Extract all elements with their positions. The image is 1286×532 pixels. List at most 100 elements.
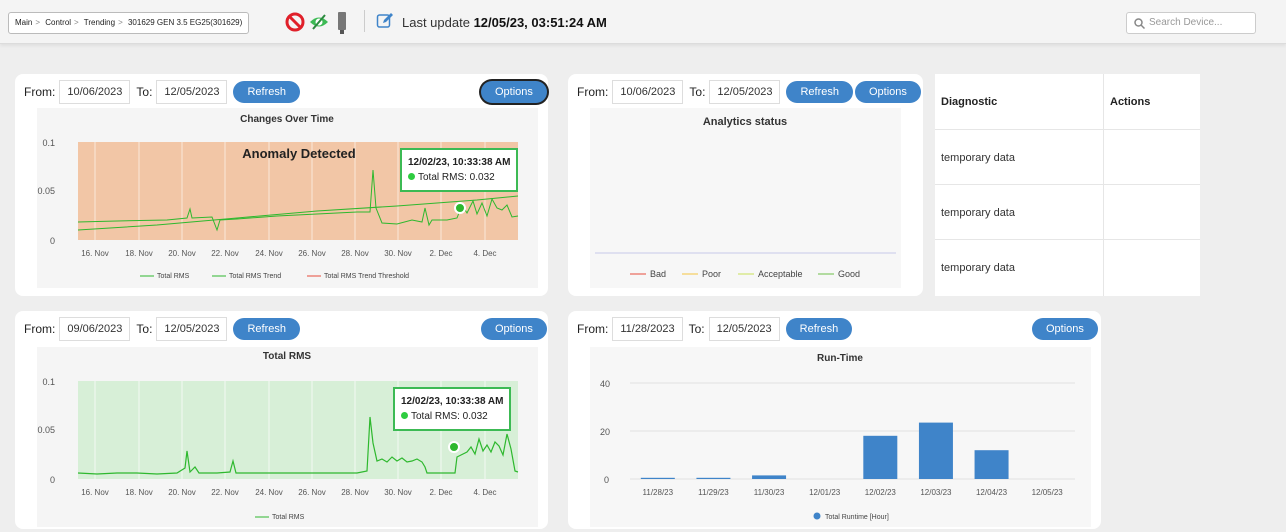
from-date-input[interactable]: 10/06/2023 <box>612 80 684 104</box>
runtime-bar[interactable] <box>696 477 731 479</box>
table-row: temporary data <box>935 130 1200 185</box>
from-date-input[interactable]: 09/06/2023 <box>59 317 131 341</box>
totalrms-date-controls: From: 09/06/2023 To: 12/05/2023 Refresh <box>24 317 301 341</box>
column-header-actions: Actions <box>1110 96 1151 108</box>
tooltip-date: 12/02/23, 10:33:38 AM <box>401 396 504 407</box>
chart-title: Changes Over Time <box>240 114 334 125</box>
breadcrumb-trending[interactable]: Trending <box>84 18 115 27</box>
legend-item[interactable]: Good <box>838 269 860 279</box>
totalrms-panel: From: 09/06/2023 To: 12/05/2023 Refresh Opti… <box>15 311 548 529</box>
x-tick: 12/04/23 <box>976 488 1008 497</box>
from-label: From: <box>577 322 609 336</box>
breadcrumb-control[interactable]: Control <box>45 18 71 27</box>
runtime-bar[interactable] <box>640 477 675 479</box>
options-button[interactable]: Options <box>855 81 921 103</box>
legend-item[interactable]: Total RMS <box>157 273 190 280</box>
y-tick: 0 <box>604 475 609 485</box>
tooltip-value: Total RMS: 0.032 <box>411 411 488 422</box>
legend-item[interactable]: Total RMS <box>272 514 305 521</box>
x-tick: 12/05/23 <box>1032 488 1064 497</box>
x-tick: 11/29/23 <box>698 488 729 497</box>
y-tick: 40 <box>600 379 610 389</box>
analytics-panel: From: 10/06/2023 To: 12/05/2023 Refresh Opti… <box>568 74 923 296</box>
to-label: To: <box>136 85 153 99</box>
x-tick: 18. Nov <box>125 249 153 258</box>
x-tick: 4. Dec <box>473 249 496 258</box>
hover-point[interactable] <box>448 441 460 453</box>
analytics-date-controls: From: 10/06/2023 To: 12/05/2023 Refresh <box>577 80 854 104</box>
x-tick: 24. Nov <box>255 488 283 497</box>
runtime-bar[interactable] <box>752 475 787 479</box>
x-tick: 12/02/23 <box>865 488 897 497</box>
y-tick: 0.1 <box>42 138 55 148</box>
refresh-button[interactable]: Refresh <box>786 81 854 103</box>
table-cell: temporary data <box>941 207 1015 219</box>
column-header-diagnostic: Diagnostic <box>941 96 998 108</box>
from-label: From: <box>24 322 56 336</box>
legend-item[interactable]: Total RMS Trend Threshold <box>324 273 409 280</box>
runtime-bar[interactable] <box>918 422 953 479</box>
analytics-chart: Analytics status Bad Poor Acceptable Goo… <box>590 108 901 288</box>
edit-icon[interactable] <box>376 12 394 35</box>
options-button[interactable]: Options <box>481 81 547 103</box>
legend-item[interactable]: Total RMS Trend <box>229 273 281 280</box>
legend-item[interactable]: Acceptable <box>758 269 803 279</box>
x-tick: 20. Nov <box>168 488 196 497</box>
sensor-icon <box>336 11 348 40</box>
refresh-button[interactable]: Refresh <box>233 318 301 340</box>
from-date-input[interactable]: 10/06/2023 <box>59 80 131 104</box>
x-tick: 26. Nov <box>298 488 326 497</box>
chart-tooltip: 12/02/23, 10:33:38 AM Total RMS: 0.032 <box>393 387 512 431</box>
ban-icon[interactable] <box>284 11 306 38</box>
to-date-input[interactable]: 12/05/2023 <box>709 80 781 104</box>
options-button[interactable]: Options <box>481 318 547 340</box>
x-tick: 11/28/23 <box>643 488 674 497</box>
breadcrumb: Main > Control > Trending > 301629 GEN 3.5 … <box>8 12 250 34</box>
to-date-input[interactable]: 12/05/2023 <box>708 317 780 341</box>
changes-panel: From: 10/06/2023 To: 12/05/2023 Refresh Opti… <box>15 74 548 296</box>
to-label: To: <box>689 85 706 99</box>
from-date-input[interactable]: 11/28/2023 <box>612 317 683 341</box>
x-tick: 4. Dec <box>473 488 496 497</box>
search-placeholder: Search Device... <box>1149 17 1223 28</box>
table-cell: temporary data <box>941 262 1015 274</box>
search-input[interactable]: Search Device... <box>1126 12 1256 34</box>
breadcrumb-main[interactable]: Main <box>15 18 32 27</box>
last-update-label: Last update <box>402 15 470 30</box>
x-tick: 12/03/23 <box>920 488 952 497</box>
y-tick: 0 <box>50 475 55 485</box>
y-tick: 0 <box>50 236 55 246</box>
refresh-button[interactable]: Refresh <box>785 318 853 340</box>
search-icon <box>1134 18 1145 29</box>
legend-item[interactable]: Poor <box>702 269 721 279</box>
to-date-input[interactable]: 12/05/2023 <box>156 317 228 341</box>
table-header: Diagnostic Actions <box>935 74 1200 130</box>
to-label: To: <box>136 322 153 336</box>
last-update-value: 12/05/23, 03:51:24 AM <box>473 15 607 30</box>
legend-item[interactable]: Bad <box>650 269 666 279</box>
y-tick: 0.1 <box>42 377 55 387</box>
runtime-bar[interactable] <box>863 435 898 479</box>
hover-point[interactable] <box>454 202 466 214</box>
totalrms-chart: Total RMS 0.1 0.05 0 16. Nov 18. Nov 20.… <box>37 347 538 527</box>
from-label: From: <box>24 85 56 99</box>
runtime-chart: Run-Time 40 20 0 11/28/23 11/29/23 11/30/2… <box>590 347 1091 527</box>
x-tick: 16. Nov <box>81 488 109 497</box>
to-label: To: <box>688 322 705 336</box>
breadcrumb-device[interactable]: 301629 GEN 3.5 EG25(301629) <box>128 18 242 27</box>
eye-slash-icon[interactable] <box>308 11 330 38</box>
runtime-panel: From: 11/28/2023 To: 12/05/2023 Refresh Opti… <box>568 311 1101 529</box>
x-tick: 22. Nov <box>211 488 239 497</box>
chart-tooltip: 12/02/23, 10:33:38 AM Total RMS: 0.032 <box>400 148 519 192</box>
last-update: Last update 12/05/23, 03:51:24 AM <box>402 15 607 30</box>
x-tick: 20. Nov <box>168 249 196 258</box>
chart-title: Total RMS <box>263 351 311 362</box>
refresh-button[interactable]: Refresh <box>233 81 301 103</box>
x-tick: 30. Nov <box>384 488 412 497</box>
divider <box>364 10 365 32</box>
runtime-bar[interactable] <box>974 450 1009 479</box>
x-tick: 28. Nov <box>341 249 369 258</box>
options-button[interactable]: Options <box>1032 318 1098 340</box>
to-date-input[interactable]: 12/05/2023 <box>156 80 228 104</box>
legend-item[interactable]: Total Runtime [Hour] <box>825 514 889 521</box>
